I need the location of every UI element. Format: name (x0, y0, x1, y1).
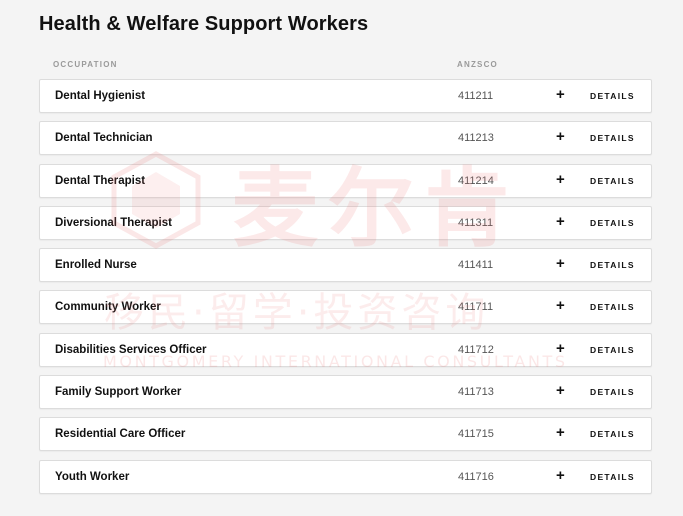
plus-icon[interactable]: + (556, 382, 565, 399)
plus-icon[interactable]: + (556, 128, 565, 145)
occupation-name: Enrolled Nurse (55, 259, 137, 272)
details-button[interactable]: DETAILS (590, 218, 635, 228)
anzsco-code: 411311 (458, 216, 494, 229)
occupation-row[interactable]: Family Support Worker 411713 + DETAILS (39, 375, 652, 410)
details-button[interactable]: DETAILS (590, 387, 635, 397)
page-title: Health & Welfare Support Workers (39, 13, 369, 35)
occupation-row[interactable]: Residential Care Officer 411715 + DETAIL… (39, 417, 652, 452)
occupation-name: Disabilities Services Officer (55, 343, 207, 356)
anzsco-code: 411713 (458, 386, 494, 399)
occupation-name: Youth Worker (55, 470, 130, 483)
anzsco-code: 411214 (458, 174, 494, 187)
plus-icon[interactable]: + (556, 297, 565, 314)
occupation-list: Dental Hygienist 411211 + DETAILS Dental… (39, 79, 652, 502)
plus-icon[interactable]: + (556, 467, 565, 484)
column-header-anzsco: ANZSCO (457, 60, 498, 69)
occupation-row[interactable]: Enrolled Nurse 411411 + DETAILS (39, 248, 652, 283)
anzsco-code: 411715 (458, 428, 494, 441)
occupation-row[interactable]: Dental Therapist 411214 + DETAILS (39, 163, 652, 198)
details-button[interactable]: DETAILS (590, 91, 635, 101)
occupation-name: Community Worker (55, 301, 161, 314)
occupation-row[interactable]: Disabilities Services Officer 411712 + D… (39, 332, 652, 367)
details-button[interactable]: DETAILS (590, 472, 635, 482)
anzsco-code: 411213 (458, 132, 494, 145)
details-button[interactable]: DETAILS (590, 429, 635, 439)
plus-icon[interactable]: + (556, 340, 565, 357)
details-button[interactable]: DETAILS (590, 260, 635, 270)
occupation-row[interactable]: Dental Hygienist 411211 + DETAILS (39, 79, 652, 113)
occupation-row[interactable]: Diversional Therapist 411311 + DETAILS (39, 205, 652, 240)
anzsco-code: 411211 (458, 90, 494, 102)
occupation-name: Residential Care Officer (55, 428, 186, 441)
anzsco-code: 411712 (458, 343, 494, 356)
occupation-name: Dental Technician (55, 132, 153, 145)
occupation-name: Family Support Worker (55, 386, 182, 399)
column-header-occupation: OCCUPATION (53, 60, 118, 69)
anzsco-code: 411716 (458, 470, 494, 483)
occupation-name: Diversional Therapist (55, 216, 172, 229)
occupation-row[interactable]: Youth Worker 411716 + DETAILS (39, 459, 652, 494)
plus-icon[interactable]: + (556, 171, 565, 188)
anzsco-code: 411411 (458, 259, 494, 272)
occupation-row[interactable]: Dental Technician 411213 + DETAILS (39, 121, 652, 156)
occupation-row[interactable]: Community Worker 411711 + DETAILS (39, 290, 652, 325)
plus-icon[interactable]: + (556, 213, 565, 230)
plus-icon[interactable]: + (556, 255, 565, 272)
plus-icon[interactable]: + (556, 86, 565, 103)
occupation-name: Dental Therapist (55, 174, 146, 187)
details-button[interactable]: DETAILS (590, 302, 635, 312)
details-button[interactable]: DETAILS (590, 345, 635, 355)
anzsco-code: 411711 (458, 301, 494, 314)
details-button[interactable]: DETAILS (590, 176, 635, 186)
occupation-name: Dental Hygienist (55, 90, 146, 102)
plus-icon[interactable]: + (556, 424, 565, 441)
details-button[interactable]: DETAILS (590, 133, 635, 143)
